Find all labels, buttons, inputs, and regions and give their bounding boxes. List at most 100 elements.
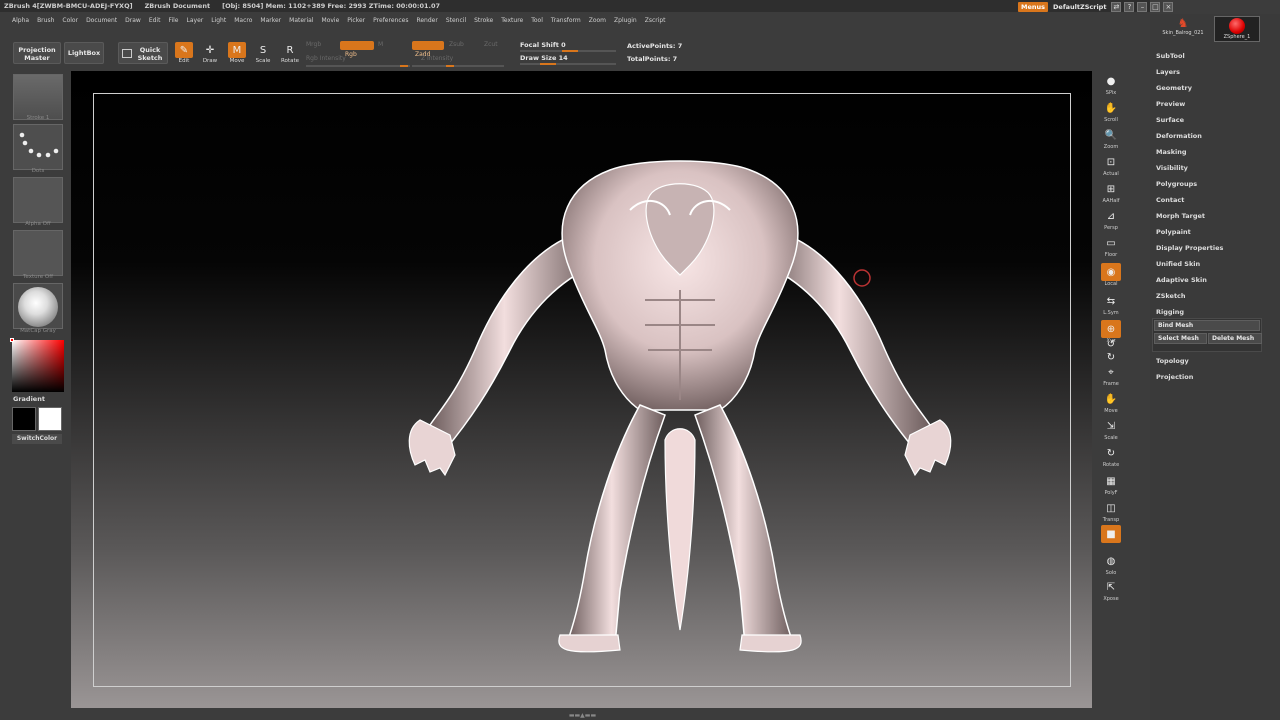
palette-layers[interactable]: Layers bbox=[1156, 68, 1180, 76]
menu-document[interactable]: Document bbox=[86, 17, 117, 24]
default-zscript-button[interactable]: DefaultZScript bbox=[1051, 3, 1108, 11]
shelf-frame-button[interactable]: ⌖ Frame bbox=[1098, 363, 1124, 389]
shelf-tool-18-button[interactable]: ■ bbox=[1098, 525, 1124, 551]
menu-stencil[interactable]: Stencil bbox=[446, 17, 466, 24]
close-icon[interactable]: × bbox=[1163, 2, 1174, 12]
color-picker[interactable] bbox=[10, 338, 64, 392]
minimize-icon[interactable]: – bbox=[1137, 2, 1148, 12]
palette-rigging[interactable]: Rigging bbox=[1156, 308, 1184, 316]
menu-marker[interactable]: Marker bbox=[260, 17, 281, 24]
dots-stroke-thumbnail[interactable] bbox=[13, 124, 63, 170]
menu-zplugin[interactable]: Zplugin bbox=[614, 17, 637, 24]
z-intensity-handle[interactable] bbox=[446, 65, 454, 67]
primary-color-swatch[interactable] bbox=[38, 407, 62, 431]
alpha-thumbnail[interactable] bbox=[13, 177, 63, 223]
palette-visibility[interactable]: Visibility bbox=[1156, 164, 1188, 172]
shelf-solo-button[interactable]: ◍ Solo bbox=[1098, 552, 1124, 578]
bind-mesh-button[interactable]: Bind Mesh bbox=[1154, 320, 1260, 331]
palette-preview[interactable]: Preview bbox=[1156, 100, 1185, 108]
swap-icon[interactable]: ⇄ bbox=[1111, 2, 1122, 12]
shelf-transp-button[interactable]: ◫ Transp bbox=[1098, 499, 1124, 525]
menu-transform[interactable]: Transform bbox=[551, 17, 581, 24]
menu-alpha[interactable]: Alpha bbox=[12, 17, 29, 24]
palette-subtool[interactable]: SubTool bbox=[1156, 52, 1185, 60]
shelf-spix-button[interactable]: ● SPix bbox=[1098, 72, 1124, 98]
menu-edit[interactable]: Edit bbox=[149, 17, 161, 24]
palette-adaptive-skin[interactable]: Adaptive Skin bbox=[1156, 276, 1207, 284]
rgb-intensity-handle[interactable] bbox=[400, 65, 408, 67]
menu-texture[interactable]: Texture bbox=[501, 17, 523, 24]
move-mode-button[interactable]: M Move bbox=[225, 42, 249, 66]
rgb-intensity-slider[interactable] bbox=[306, 65, 410, 67]
menu-movie[interactable]: Movie bbox=[322, 17, 340, 24]
texture-thumbnail[interactable] bbox=[13, 230, 63, 276]
palette-masking[interactable]: Masking bbox=[1156, 148, 1187, 156]
creature-model[interactable] bbox=[390, 150, 970, 660]
draw-size-handle[interactable] bbox=[540, 63, 556, 65]
menu-preferences[interactable]: Preferences bbox=[373, 17, 408, 24]
shelf-persp-button[interactable]: ⊿ Persp bbox=[1098, 207, 1124, 233]
zadd-toggle[interactable]: Zadd bbox=[412, 41, 444, 58]
color-picker-marker[interactable] bbox=[10, 338, 14, 342]
shelf-actual-button[interactable]: ⊡ Actual bbox=[1098, 153, 1124, 179]
menu-picker[interactable]: Picker bbox=[347, 17, 365, 24]
menu-brush[interactable]: Brush bbox=[37, 17, 54, 24]
palette-zsketch[interactable]: ZSketch bbox=[1156, 292, 1186, 300]
menu-draw[interactable]: Draw bbox=[125, 17, 141, 24]
select-mesh-button[interactable]: Select Mesh bbox=[1154, 333, 1207, 344]
palette-projection[interactable]: Projection bbox=[1156, 373, 1193, 381]
zsub-toggle[interactable]: Zsub bbox=[449, 41, 464, 48]
z-intensity-slider[interactable] bbox=[412, 65, 504, 67]
palette-geometry[interactable]: Geometry bbox=[1156, 84, 1192, 92]
bottom-tray-handle[interactable]: ▬▬▲▬▬ bbox=[540, 712, 625, 719]
shelf-zoom-button[interactable]: 🔍 Zoom bbox=[1098, 126, 1124, 152]
shelf-xpose-button[interactable]: ⇱ Xpose bbox=[1098, 578, 1124, 604]
focal-shift-handle[interactable] bbox=[562, 50, 578, 52]
menu-macro[interactable]: Macro bbox=[234, 17, 252, 24]
palette-unified-skin[interactable]: Unified Skin bbox=[1156, 260, 1200, 268]
edit-mode-button[interactable]: ✎ Edit bbox=[172, 42, 196, 66]
shelf-polyf-button[interactable]: ▦ PolyF bbox=[1098, 472, 1124, 498]
palette-deformation[interactable]: Deformation bbox=[1156, 132, 1202, 140]
material-thumbnail[interactable] bbox=[13, 283, 63, 329]
rotate-mode-button[interactable]: R Rotate bbox=[278, 42, 302, 66]
shelf-scale-button[interactable]: ⇲ Scale bbox=[1098, 417, 1124, 443]
m-toggle[interactable]: M bbox=[378, 41, 383, 48]
shelf-rotate-button[interactable]: ↻ Rotate bbox=[1098, 444, 1124, 470]
menu-layer[interactable]: Layer bbox=[187, 17, 204, 24]
menu-material[interactable]: Material bbox=[289, 17, 313, 24]
scale-mode-button[interactable]: S Scale bbox=[251, 42, 275, 66]
shelf-move-button[interactable]: ✋ Move bbox=[1098, 390, 1124, 416]
help-icon[interactable]: ? bbox=[1124, 2, 1135, 12]
stroke-thumbnail[interactable] bbox=[13, 74, 63, 120]
menus-toggle-button[interactable]: Menus bbox=[1018, 2, 1049, 12]
menu-render[interactable]: Render bbox=[416, 17, 437, 24]
mrgb-toggle[interactable]: Mrgb bbox=[306, 41, 321, 48]
palette-morph-target[interactable]: Morph Target bbox=[1156, 212, 1205, 220]
lightbox-button[interactable]: LightBox bbox=[64, 42, 104, 64]
draw-mode-button[interactable]: ✛ Draw bbox=[198, 42, 222, 66]
draw-size-slider[interactable] bbox=[520, 63, 616, 65]
switch-color-button[interactable]: SwitchColor bbox=[12, 434, 62, 444]
menu-stroke[interactable]: Stroke bbox=[474, 17, 493, 24]
palette-polygroups[interactable]: Polygroups bbox=[1156, 180, 1197, 188]
palette-contact[interactable]: Contact bbox=[1156, 196, 1184, 204]
menu-tool[interactable]: Tool bbox=[531, 17, 543, 24]
delete-mesh-button[interactable]: Delete Mesh bbox=[1208, 333, 1262, 344]
menu-file[interactable]: File bbox=[168, 17, 178, 24]
shelf-local-button[interactable]: ◉ Local bbox=[1098, 263, 1124, 289]
projection-master-button[interactable]: Projection Master bbox=[13, 42, 61, 64]
secondary-color-swatch[interactable] bbox=[12, 407, 36, 431]
palette-surface[interactable]: Surface bbox=[1156, 116, 1184, 124]
menu-zoom[interactable]: Zoom bbox=[589, 17, 606, 24]
menu-color[interactable]: Color bbox=[62, 17, 78, 24]
menu-zscript[interactable]: Zscript bbox=[645, 17, 666, 24]
zcut-toggle[interactable]: Zcut bbox=[484, 41, 498, 48]
quick-sketch-button[interactable]: Quick Sketch bbox=[118, 42, 168, 64]
tool-skin-balrog[interactable]: ♞ Skin_Balrog_021 bbox=[1155, 16, 1211, 42]
palette-polypaint[interactable]: Polypaint bbox=[1156, 228, 1191, 236]
palette-display-properties[interactable]: Display Properties bbox=[1156, 244, 1223, 252]
shelf-aahalf-button[interactable]: ⊞ AAHalf bbox=[1098, 180, 1124, 206]
menu-light[interactable]: Light bbox=[211, 17, 226, 24]
shelf-l-sym-button[interactable]: ⇆ L.Sym bbox=[1098, 292, 1124, 318]
